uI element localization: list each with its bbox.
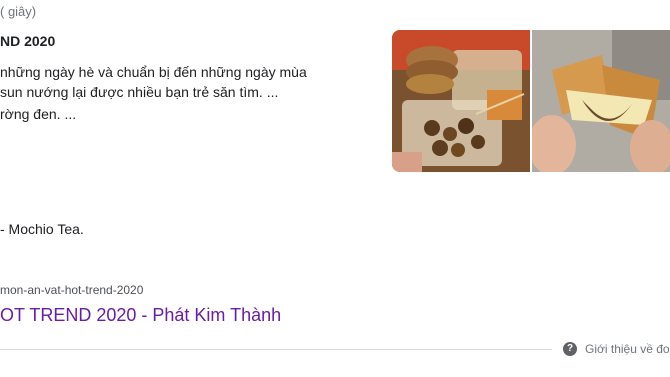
divider (0, 349, 552, 350)
toasted-sandwich-image[interactable] (532, 30, 670, 172)
grilled-skewers-image[interactable] (392, 30, 530, 172)
about-label: Giới thiệu về đoạn (585, 342, 670, 356)
featured-snippet-title: ND 2020 (0, 33, 56, 49)
search-results-page: ( giây) ND 2020 những ngày hè và chuẩn b… (0, 0, 670, 377)
featured-snippet-line: những ngày hè và chuẩn bị đến những ngày… (0, 64, 307, 80)
source-url-breadcrumb: mon-an-vat-hot-trend-2020 (0, 283, 144, 297)
featured-snippet-line: rờng đen. ... (0, 106, 77, 122)
result-title-link[interactable]: OT TREND 2020 - Phát Kim Thành (0, 305, 281, 326)
snippet-image-strip (392, 30, 670, 172)
featured-snippet-line: sun nướng lại được nhiều bạn trẻ săn tìm… (0, 84, 279, 100)
search-stats: ( giây) (0, 4, 37, 19)
about-featured-snippet-button[interactable]: ? Giới thiệu về đoạn (563, 342, 670, 356)
featured-snippet-line: - Mochio Tea. (0, 221, 84, 237)
help-icon: ? (563, 342, 577, 356)
